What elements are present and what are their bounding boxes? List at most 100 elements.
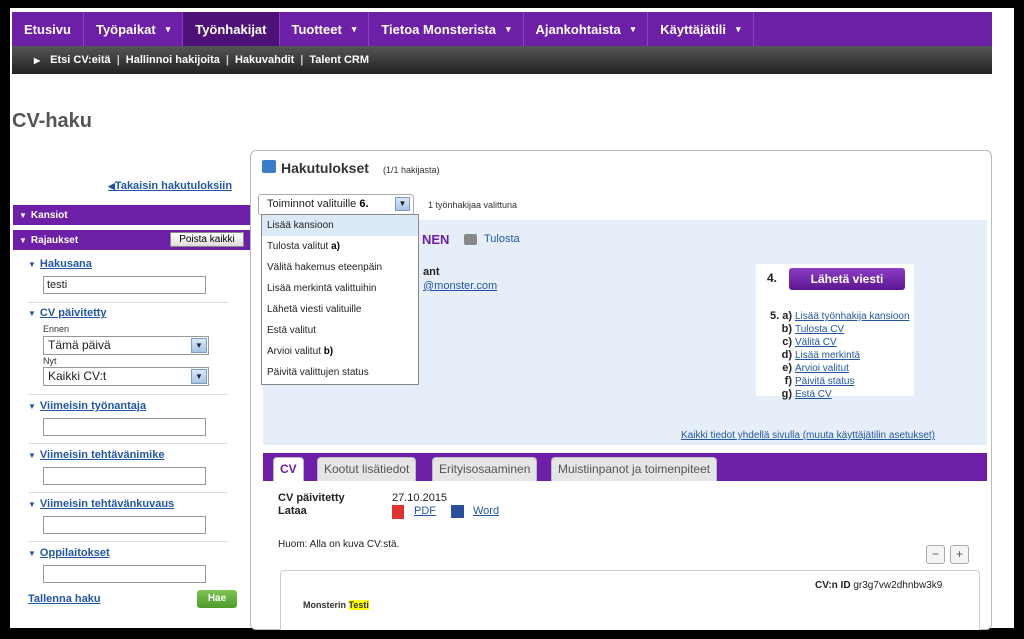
- pdf-icon[interactable]: [392, 505, 404, 519]
- quick-link-rate[interactable]: e) Arvioi valitut: [760, 362, 849, 374]
- cv-updated-label: CV päivitetty: [278, 492, 345, 504]
- link-label: Lisää työnhakija kansioon: [795, 311, 910, 322]
- before-select[interactable]: Tämä päivä ▼: [43, 336, 209, 355]
- nav-etusivu[interactable]: Etusivu: [12, 12, 84, 46]
- tab-cv[interactable]: CV: [273, 457, 304, 481]
- menu-label: Päivitä valittujen status: [267, 367, 369, 378]
- pdf-download-link[interactable]: PDF: [414, 505, 436, 517]
- marker-4: 4.: [767, 271, 778, 285]
- triangle-down-icon: ▼: [28, 500, 36, 509]
- quick-link-block-cv[interactable]: g) Estä CV: [760, 388, 832, 400]
- printer-icon[interactable]: [464, 234, 477, 245]
- schools-input[interactable]: [43, 565, 206, 583]
- divider: [28, 302, 228, 303]
- subnav-hakuvahdit[interactable]: Hakuvahdit: [235, 54, 294, 66]
- filters-header[interactable]: ▼ Rajaukset Poista kaikki: [13, 230, 250, 250]
- word-download-link[interactable]: Word: [473, 505, 499, 517]
- marker-6: 6.: [359, 198, 369, 210]
- last-title-input[interactable]: [43, 467, 206, 485]
- book-icon: [262, 160, 276, 173]
- menu-item-block[interactable]: Estä valitut: [262, 320, 418, 341]
- marker: c): [782, 336, 792, 348]
- folders-header[interactable]: ▼ Kansiot: [13, 205, 250, 225]
- cv-updated-filter-label[interactable]: ▼ CV päivitetty: [28, 307, 107, 319]
- keyword-input[interactable]: testi: [43, 276, 206, 294]
- back-link-label: Takaisin hakutuloksiin: [114, 180, 233, 192]
- nav-kayttajatili[interactable]: Käyttäjätili ▾: [648, 12, 754, 46]
- keyword-filter-label[interactable]: ▼ Hakusana: [28, 258, 92, 270]
- subnav-hallinnoi[interactable]: Hallinnoi hakijoita: [126, 54, 220, 66]
- menu-item-send-message[interactable]: Lähetä viesti valituille: [262, 299, 418, 320]
- menu-item-rate[interactable]: Arvioi valitut b): [262, 341, 418, 362]
- print-link[interactable]: Tulosta: [484, 233, 520, 245]
- marker: g): [781, 388, 792, 400]
- last-title-filter-label[interactable]: ▼ Viimeisin tehtävänimike: [28, 449, 164, 461]
- marker: e): [782, 362, 792, 374]
- chevron-down-icon: ▾: [165, 23, 171, 34]
- nav-tuotteet[interactable]: Tuotteet ▾: [280, 12, 370, 46]
- menu-item-update-status[interactable]: Päivitä valittujen status: [262, 362, 418, 383]
- schools-filter-label[interactable]: ▼ Oppilaitokset: [28, 547, 110, 559]
- menu-item-add-note[interactable]: Lisää merkintä valittuihin: [262, 278, 418, 299]
- subnav-talent-crm[interactable]: Talent CRM: [309, 54, 369, 66]
- now-select[interactable]: Kaikki CV:t ▼: [43, 367, 209, 386]
- nav-label: Ajankohtaista: [535, 21, 621, 37]
- chevron-down-icon: ▾: [351, 23, 357, 34]
- quick-link-add-to-folder[interactable]: 5. a) Lisää työnhakija kansioon: [760, 310, 910, 322]
- menu-label: Lähetä viesti valituille: [267, 304, 362, 315]
- nav-tietoa-monsterista[interactable]: Tietoa Monsterista ▾: [369, 12, 524, 46]
- quick-link-update-status[interactable]: f) Päivitä status: [760, 375, 855, 387]
- link-label: Välitä CV: [795, 337, 837, 348]
- folders-header-label: Kansiot: [30, 209, 68, 221]
- sub-navigation: ▶ Etsi CV:eitä | Hallinnoi hakijoita | Hak…: [12, 46, 992, 74]
- results-count: (1/1 hakijasta): [383, 165, 440, 175]
- all-info-link[interactable]: Kaikki tiedot yhdellä sivulla (muuta käy…: [681, 430, 935, 441]
- nav-tyopaikat[interactable]: Työpaikat ▾: [84, 12, 184, 46]
- cv-id-value: gr3g7vw2dhnbw3k9: [853, 580, 943, 591]
- menu-item-add-to-folder[interactable]: Lisää kansioon: [262, 215, 418, 236]
- cv-updated-date: 27.10.2015: [392, 492, 448, 504]
- candidate-email-link[interactable]: @monster.com: [423, 280, 497, 292]
- nav-label: Tietoa Monsterista: [381, 21, 496, 37]
- triangle-down-icon: ▼: [19, 235, 27, 245]
- preview-word: Monsterin: [303, 600, 347, 610]
- word-icon[interactable]: [451, 505, 464, 518]
- cv-preview: [280, 570, 980, 630]
- zoom-in-icon[interactable]: +: [950, 545, 969, 564]
- search-button[interactable]: Hae: [197, 590, 237, 608]
- marker: d): [781, 349, 792, 361]
- chevron-down-icon: ▼: [191, 369, 207, 384]
- tab-collected-info[interactable]: Kootut lisätiedot: [317, 457, 417, 481]
- preview-highlight: Testi: [348, 600, 369, 610]
- cv-id-label: CV:n ID: [815, 580, 851, 591]
- quick-link-forward-cv[interactable]: c) Välitä CV: [760, 336, 837, 348]
- triangle-down-icon: ▼: [28, 549, 36, 558]
- quick-link-print-cv[interactable]: b) Tulosta CV: [760, 323, 844, 335]
- nav-tyonhakijat[interactable]: Työnhakijat: [183, 12, 280, 46]
- label-text: Oppilaitokset: [39, 547, 110, 559]
- last-employer-input[interactable]: [43, 418, 206, 436]
- last-employer-filter-label[interactable]: ▼ Viimeisin työnantaja: [28, 400, 146, 412]
- tab-notes[interactable]: Muistiinpanot ja toimenpiteet: [551, 457, 718, 481]
- separator: |: [300, 54, 304, 66]
- save-search-link[interactable]: Tallenna haku: [28, 593, 101, 605]
- menu-item-forward[interactable]: Välitä hakemus eteenpäin: [262, 257, 418, 278]
- last-description-input[interactable]: [43, 516, 206, 534]
- tab-special-skills[interactable]: Erityisosaaminen: [432, 457, 538, 481]
- page-title: CV-haku: [12, 110, 93, 132]
- actions-select[interactable]: Toiminnot valituille 6. ▼: [258, 194, 414, 215]
- quick-link-add-note[interactable]: d) Lisää merkintä: [760, 349, 860, 361]
- clear-all-button[interactable]: Poista kaikki: [170, 232, 244, 247]
- zoom-out-icon[interactable]: −: [926, 545, 945, 564]
- filters-header-label: Rajaukset: [30, 234, 79, 246]
- last-description-filter-label[interactable]: ▼ Viimeisin tehtävänkuvaus: [28, 498, 174, 510]
- chevron-down-icon: ▼: [191, 338, 207, 353]
- link-label: Lisää merkintä: [795, 350, 861, 361]
- send-message-button[interactable]: Lähetä viesti: [789, 268, 905, 290]
- nav-ajankohtaista[interactable]: Ajankohtaista ▾: [524, 12, 649, 46]
- subnav-etsi-cv[interactable]: Etsi CV:eitä: [50, 54, 111, 66]
- triangle-down-icon: ▼: [28, 451, 36, 460]
- marker: a): [331, 241, 341, 252]
- menu-item-print-selected[interactable]: Tulosta valitut a): [262, 236, 418, 257]
- back-to-results-link[interactable]: ◀Takaisin hakutuloksiin: [108, 180, 232, 192]
